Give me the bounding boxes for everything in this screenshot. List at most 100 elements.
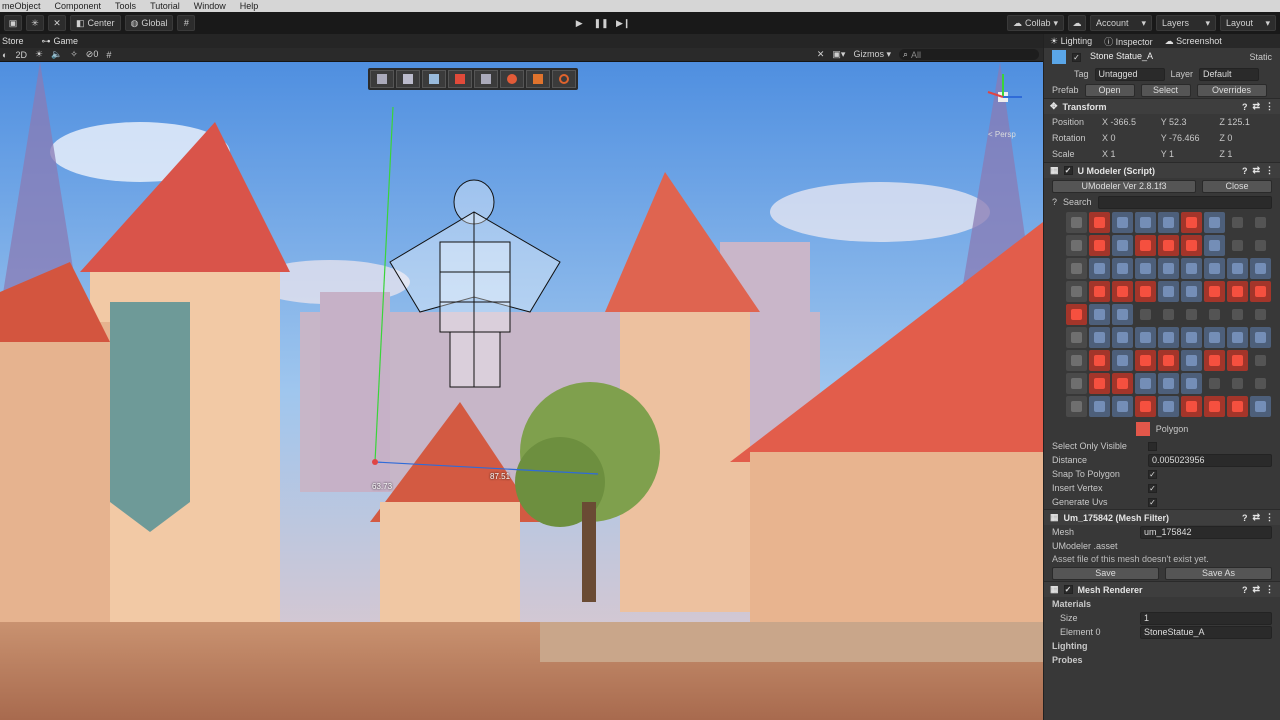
- object-mode-icon[interactable]: [448, 70, 472, 88]
- tool-icon[interactable]: [1250, 235, 1271, 256]
- account-dropdown[interactable]: Account ▾: [1090, 15, 1153, 31]
- pivot-global-button[interactable]: ◍ Global: [124, 15, 174, 31]
- collab-button[interactable]: ☁ Collab ▾: [1006, 15, 1065, 31]
- tool-icon[interactable]: [1089, 327, 1110, 348]
- tag-dropdown[interactable]: Untagged: [1094, 67, 1165, 81]
- tool-icon[interactable]: [1204, 258, 1225, 279]
- tool-icon[interactable]: [1112, 350, 1133, 371]
- tool-icon[interactable]: [1181, 281, 1202, 302]
- rot-z-field[interactable]: Z 0: [1219, 133, 1272, 143]
- tool-icon[interactable]: [1181, 212, 1202, 233]
- settings-icon[interactable]: [500, 70, 524, 88]
- tool-icon[interactable]: [1135, 304, 1156, 325]
- prefab-select-button[interactable]: Select: [1140, 83, 1191, 97]
- tool-icon[interactable]: [1158, 212, 1179, 233]
- scale-z-field[interactable]: Z 1: [1219, 149, 1272, 159]
- layer-dropdown[interactable]: Default: [1199, 67, 1260, 81]
- tool-icon[interactable]: [1135, 396, 1156, 417]
- tools-icon[interactable]: ✕: [817, 49, 825, 60]
- tool-icon[interactable]: [1227, 396, 1248, 417]
- layout-dropdown[interactable]: Layout ▾: [1220, 15, 1277, 31]
- tool-icon[interactable]: [1135, 258, 1156, 279]
- tool-icon[interactable]: [1066, 304, 1087, 325]
- tool-icon[interactable]: [1135, 212, 1156, 233]
- tool-icon[interactable]: [1112, 304, 1133, 325]
- tool-icon[interactable]: [1158, 235, 1179, 256]
- custom-tool-icon[interactable]: ✕: [48, 15, 66, 31]
- tool-icon[interactable]: [1181, 373, 1202, 394]
- tool-icon[interactable]: [1204, 212, 1225, 233]
- umodeler-close-button[interactable]: Close: [1202, 179, 1272, 193]
- mesh-renderer-enabled-checkbox[interactable]: ✓: [1063, 585, 1073, 594]
- lighting-toggle-icon[interactable]: ☀: [35, 49, 43, 60]
- tool-icon[interactable]: [1204, 350, 1225, 371]
- prefab-overrides-button[interactable]: Overrides: [1196, 83, 1267, 97]
- tool-icon[interactable]: [1250, 281, 1271, 302]
- umodeler-version-button[interactable]: UModeler Ver 2.8.1f3: [1052, 179, 1196, 193]
- tool-icon[interactable]: [1089, 396, 1110, 417]
- refresh-icon[interactable]: [552, 70, 576, 88]
- active-checkbox[interactable]: ✓: [1072, 52, 1081, 62]
- distance-field[interactable]: 0.005023956: [1148, 453, 1272, 467]
- tool-icon[interactable]: [1066, 281, 1087, 302]
- help-icon[interactable]: ?: [1242, 585, 1248, 595]
- menu-gameobject[interactable]: meObject: [2, 0, 41, 12]
- tool-icon[interactable]: [1204, 373, 1225, 394]
- tool-icon[interactable]: [1135, 350, 1156, 371]
- help-icon[interactable]: ?: [1242, 166, 1248, 176]
- tool-icon[interactable]: [1158, 373, 1179, 394]
- tool-icon[interactable]: [1066, 327, 1087, 348]
- tool-icon[interactable]: [1181, 235, 1202, 256]
- tool-icon[interactable]: [1112, 281, 1133, 302]
- preset-icon[interactable]: ⇄: [1252, 165, 1260, 176]
- tool-icon[interactable]: [1089, 350, 1110, 371]
- 2d-toggle-icon[interactable]: 2D: [15, 50, 27, 60]
- static-toggle[interactable]: Static: [1249, 52, 1272, 62]
- menu-icon[interactable]: ⋮: [1265, 165, 1274, 176]
- tool-icon[interactable]: [1089, 281, 1110, 302]
- help-icon[interactable]: ?: [1052, 197, 1057, 207]
- help-icon[interactable]: ?: [1242, 513, 1248, 523]
- layers-dropdown[interactable]: Layers ▾: [1156, 15, 1217, 31]
- tool-icon[interactable]: [1089, 212, 1110, 233]
- tool-icon[interactable]: [1227, 373, 1248, 394]
- tool-icon[interactable]: [1112, 373, 1133, 394]
- tool-icon[interactable]: [1181, 258, 1202, 279]
- menu-tools[interactable]: Tools: [115, 0, 136, 12]
- scale-y-field[interactable]: Y 1: [1161, 149, 1214, 159]
- select-only-visible-checkbox[interactable]: [1148, 441, 1157, 451]
- tool-icon[interactable]: [1250, 327, 1271, 348]
- umodeler-enabled-checkbox[interactable]: ✓: [1063, 166, 1073, 175]
- cloud-icon[interactable]: ☁: [1068, 15, 1087, 31]
- save-button[interactable]: Save: [1052, 566, 1159, 580]
- tool-icon[interactable]: [1089, 235, 1110, 256]
- step-button[interactable]: ▶❙: [614, 15, 632, 31]
- tab-game[interactable]: ⊶ Game: [40, 36, 81, 47]
- face-mode-icon[interactable]: [422, 70, 446, 88]
- tool-icon[interactable]: [1089, 373, 1110, 394]
- preset-icon[interactable]: ⇄: [1252, 101, 1260, 112]
- tool-icon[interactable]: [1227, 327, 1248, 348]
- tool-icon[interactable]: [1066, 258, 1087, 279]
- mesh-field[interactable]: um_175842: [1140, 525, 1272, 539]
- tool-icon[interactable]: [1158, 281, 1179, 302]
- vertex-mode-icon[interactable]: [370, 70, 394, 88]
- pause-button[interactable]: ❚❚: [592, 15, 610, 31]
- persp-label[interactable]: < Persp: [988, 130, 1016, 139]
- tool-icon[interactable]: [1135, 327, 1156, 348]
- tool-icon[interactable]: [1135, 235, 1156, 256]
- tool-icon[interactable]: [1112, 212, 1133, 233]
- tool-icon[interactable]: [1204, 327, 1225, 348]
- tool-icon[interactable]: [1181, 350, 1202, 371]
- tab-inspector[interactable]: ⓘ Inspector: [1104, 35, 1153, 48]
- tool-icon[interactable]: [1112, 327, 1133, 348]
- umodeler-header[interactable]: ▦ ✓ U Modeler (Script) ? ⇄ ⋮: [1044, 162, 1280, 178]
- tool-icon[interactable]: [1135, 373, 1156, 394]
- tool-icon[interactable]: [1181, 304, 1202, 325]
- pos-x-field[interactable]: X -366.5: [1102, 117, 1155, 127]
- tool-icon[interactable]: [1066, 350, 1087, 371]
- tool-icon[interactable]: [1066, 212, 1087, 233]
- menu-tutorial[interactable]: Tutorial: [150, 0, 180, 12]
- tool-icon[interactable]: [1227, 304, 1248, 325]
- generate-uvs-checkbox[interactable]: ✓: [1148, 497, 1157, 507]
